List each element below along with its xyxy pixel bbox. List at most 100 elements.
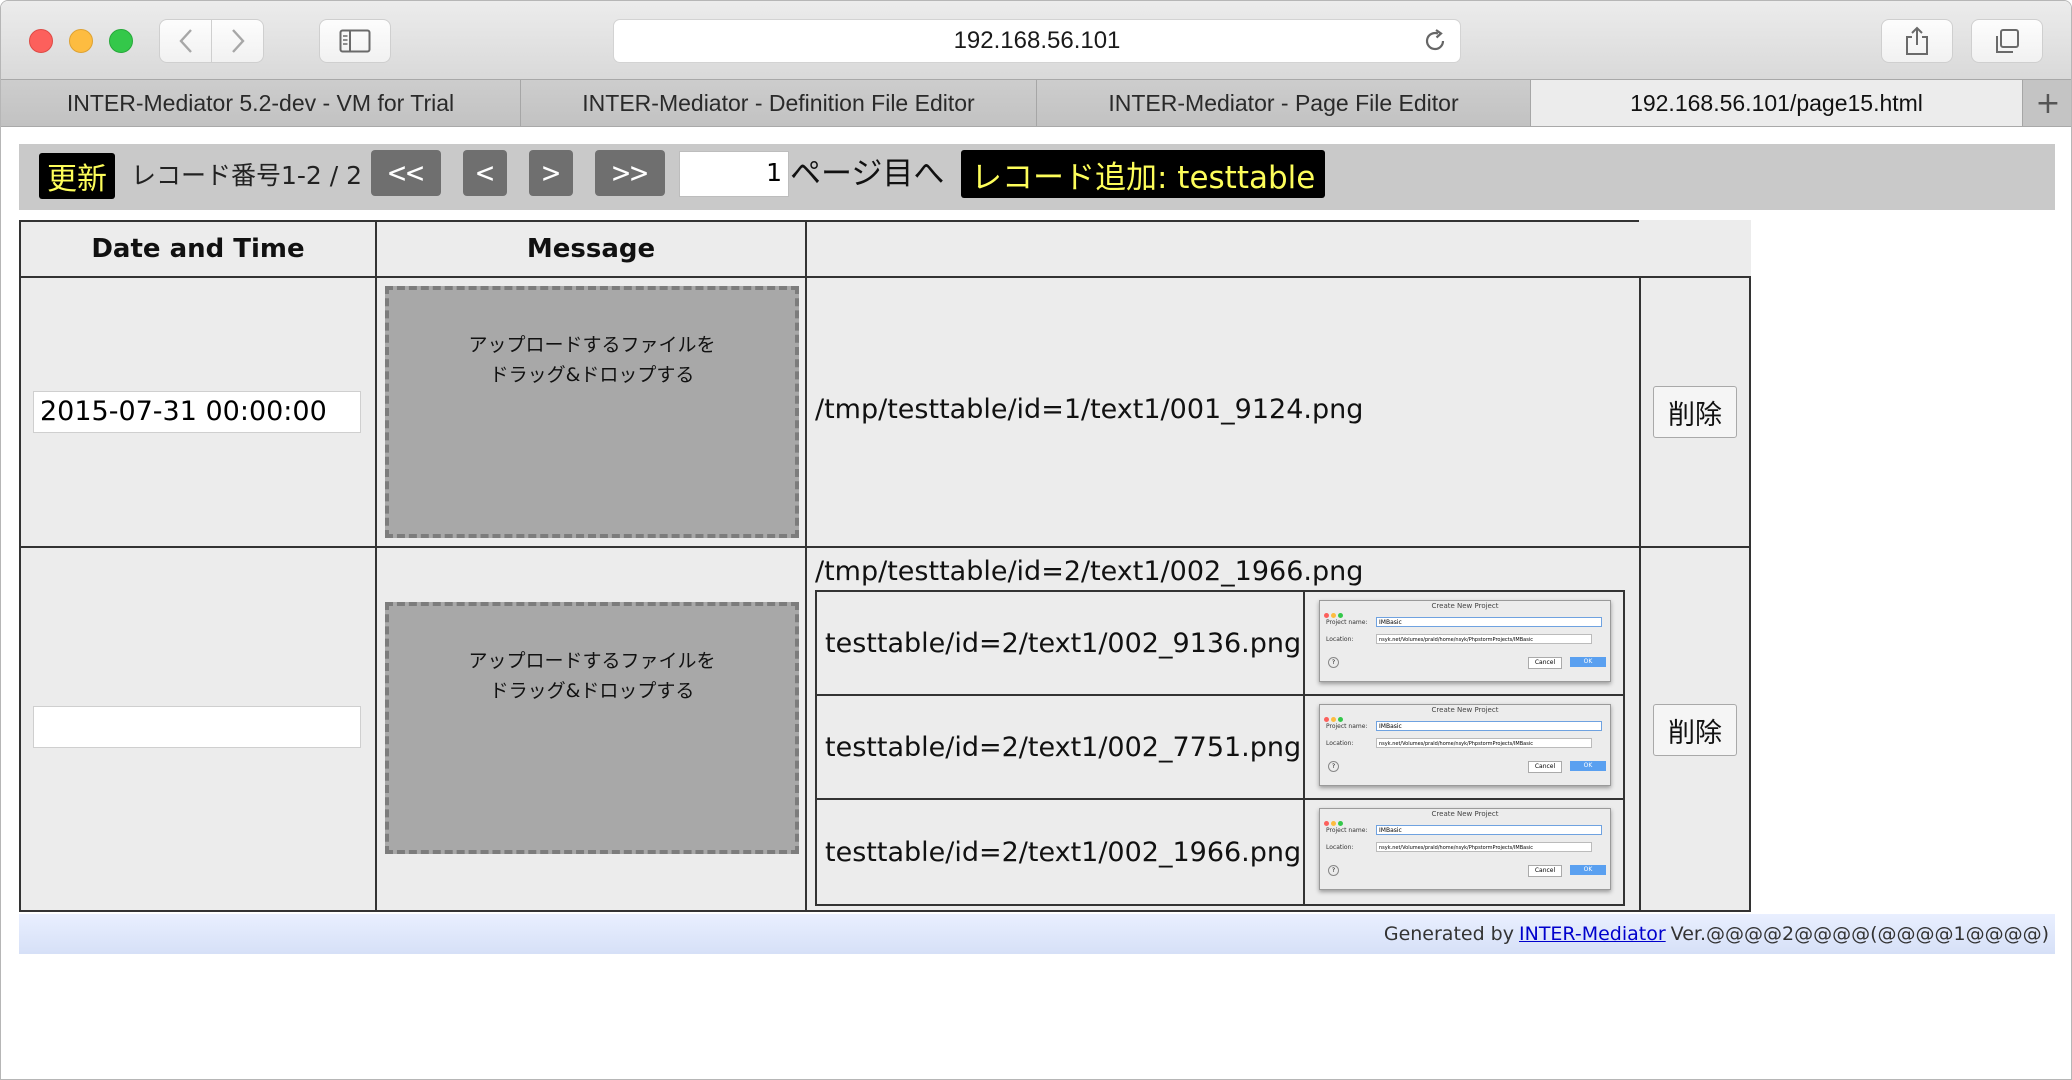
- minimize-window-button[interactable]: [69, 29, 93, 53]
- file-path: /tmp/testtable/id=1/text1/001_9124.png: [815, 394, 1364, 425]
- table-row-1-date: 2015-07-31 00:00:00: [19, 276, 377, 548]
- address-text: 192.168.56.101: [953, 27, 1121, 54]
- table-row-2-message: アップロードするファイルを ドラッグ&ドロップする: [375, 546, 807, 912]
- tabs-overview-icon: [1996, 29, 2019, 53]
- file-list-row: testtable/id=2/text1/002_9136.png Create…: [817, 592, 1623, 696]
- thumb-help-icon: ?: [1328, 865, 1339, 876]
- chevron-right-icon: [231, 29, 245, 53]
- thumb-cancel: Cancel: [1528, 865, 1562, 877]
- tab-definition-file-editor[interactable]: INTER-Mediator - Definition File Editor: [521, 80, 1037, 126]
- file-thumbnail-cell: Create New Project Project name: IMBasic…: [1305, 592, 1623, 696]
- record-info: レコード番号1-2 / 2: [131, 161, 363, 190]
- header-actions: [1639, 220, 1751, 278]
- tab-label: 192.168.56.101/page15.html: [1630, 89, 1923, 116]
- drop-zone-text-line2: ドラッグ&ドロップする: [489, 364, 695, 386]
- table-row-1-message: アップロードするファイルを ドラッグ&ドロップする: [375, 276, 807, 548]
- drop-zone-text-line1: アップロードするファイルを: [468, 334, 716, 356]
- add-record-button[interactable]: レコード追加: testtable: [961, 150, 1326, 198]
- browser-toolbar: 192.168.56.101: [1, 1, 2071, 79]
- file-name: testtable/id=2/text1/002_7751.png: [817, 696, 1305, 800]
- thumb-location-label: Location:: [1326, 844, 1354, 851]
- new-tab-button[interactable]: +: [2023, 80, 2071, 126]
- thumb-project-label: Project name:: [1326, 619, 1368, 626]
- page-suffix-label: ページ目へ: [790, 156, 945, 192]
- thumb-ok: OK: [1570, 657, 1606, 667]
- drop-zone-text-line1: アップロードするファイルを: [468, 650, 716, 672]
- datetime-input[interactable]: 2015-07-31 00:00:00: [33, 391, 361, 433]
- thumb-location-label: Location:: [1326, 636, 1354, 643]
- file-drop-zone[interactable]: アップロードするファイルを ドラッグ&ドロップする: [385, 602, 799, 854]
- thumb-title: Create New Project: [1431, 706, 1499, 714]
- address-bar[interactable]: 192.168.56.101: [613, 19, 1461, 63]
- share-icon: [1906, 26, 1928, 55]
- browser-window: 192.168.56.101 INTER-Mediator 5.2-dev - …: [0, 0, 2072, 1080]
- tab-label: INTER-Mediator - Definition File Editor: [582, 89, 975, 116]
- tab-label: INTER-Mediator - Page File Editor: [1108, 89, 1459, 116]
- footer-version: Ver.@@@@2@@@@(@@@@1@@@@): [1670, 923, 2049, 945]
- thumbnail-image[interactable]: Create New Project Project name: IMBasic…: [1319, 808, 1611, 890]
- header-message: Message: [375, 220, 807, 278]
- file-list-row: testtable/id=2/text1/002_1966.png Create…: [817, 800, 1623, 904]
- forward-button[interactable]: [211, 19, 264, 63]
- thumbnail-image[interactable]: Create New Project Project name: IMBasic…: [1319, 704, 1611, 786]
- prev-page-button[interactable]: <: [463, 150, 507, 196]
- close-window-button[interactable]: [29, 29, 53, 53]
- file-list-table: testtable/id=2/text1/002_9136.png Create…: [815, 590, 1625, 906]
- back-button[interactable]: [159, 19, 212, 63]
- update-button[interactable]: 更新: [39, 153, 115, 199]
- zoom-window-button[interactable]: [109, 29, 133, 53]
- record-navigation-bar: 更新 レコード番号1-2 / 2 << < > >> 1 ページ目へ レコード追…: [19, 144, 2055, 210]
- file-path: /tmp/testtable/id=2/text1/002_1966.png: [815, 556, 1364, 587]
- delete-button[interactable]: 削除: [1653, 386, 1737, 438]
- thumb-ok: OK: [1570, 761, 1606, 771]
- thumb-cancel: Cancel: [1528, 761, 1562, 773]
- show-tabs-button[interactable]: [1971, 19, 2043, 63]
- tab-vm-for-trial[interactable]: INTER-Mediator 5.2-dev - VM for Trial: [1, 80, 521, 126]
- drop-zone-text-line2: ドラッグ&ドロップする: [489, 680, 695, 702]
- footer-prefix: Generated by: [1383, 923, 1514, 945]
- file-name: testtable/id=2/text1/002_1966.png: [817, 800, 1305, 904]
- share-button[interactable]: [1881, 19, 1953, 63]
- next-page-button[interactable]: >: [529, 150, 573, 196]
- file-thumbnail-cell: Create New Project Project name: IMBasic…: [1305, 696, 1623, 800]
- thumb-help-icon: ?: [1328, 657, 1339, 668]
- tab-label: INTER-Mediator 5.2-dev - VM for Trial: [66, 89, 455, 116]
- file-list-row: testtable/id=2/text1/002_7751.png Create…: [817, 696, 1623, 800]
- table-row-1-path: /tmp/testtable/id=1/text1/001_9124.png: [805, 276, 1641, 548]
- file-thumbnail-cell: Create New Project Project name: IMBasic…: [1305, 800, 1623, 904]
- page-content: 更新 レコード番号1-2 / 2 << < > >> 1 ページ目へ レコード追…: [1, 127, 2071, 1079]
- thumb-project-value: IMBasic: [1376, 721, 1602, 731]
- page-number-input[interactable]: 1: [679, 151, 789, 197]
- tab-page15[interactable]: 192.168.56.101/page15.html: [1531, 80, 2023, 126]
- table-row-1-actions: 削除: [1639, 276, 1751, 548]
- first-page-button[interactable]: <<: [371, 150, 441, 196]
- thumb-location-value: nsyk.net/Volumes/prald/home/nsyk/Phpstor…: [1376, 842, 1592, 852]
- thumb-ok: OK: [1570, 865, 1606, 875]
- footer-link[interactable]: INTER-Mediator: [1519, 923, 1666, 945]
- thumb-project-value: IMBasic: [1376, 617, 1602, 627]
- plus-icon: +: [2035, 85, 2061, 121]
- thumb-project-value: IMBasic: [1376, 825, 1602, 835]
- page-footer: Generated by INTER-Mediator Ver.@@@@2@@@…: [19, 914, 2055, 954]
- thumbnail-image[interactable]: Create New Project Project name: IMBasic…: [1319, 600, 1611, 682]
- thumb-location-value: nsyk.net/Volumes/prald/home/nsyk/Phpstor…: [1376, 634, 1592, 644]
- thumb-project-label: Project name:: [1326, 827, 1368, 834]
- delete-button[interactable]: 削除: [1653, 704, 1737, 756]
- sidebar-toggle-button[interactable]: [319, 19, 391, 63]
- last-page-button[interactable]: >>: [595, 150, 665, 196]
- header-path: [805, 220, 1641, 278]
- reload-icon[interactable]: [1422, 28, 1448, 54]
- thumb-title: Create New Project: [1431, 810, 1499, 818]
- table-row-2-actions: 削除: [1639, 546, 1751, 912]
- tab-page-file-editor[interactable]: INTER-Mediator - Page File Editor: [1037, 80, 1531, 126]
- chevron-left-icon: [178, 29, 192, 53]
- thumb-help-icon: ?: [1328, 761, 1339, 772]
- thumb-location-label: Location:: [1326, 740, 1354, 747]
- file-name: testtable/id=2/text1/002_9136.png: [817, 592, 1305, 696]
- file-drop-zone[interactable]: アップロードするファイルを ドラッグ&ドロップする: [385, 286, 799, 538]
- table-row-2-path: /tmp/testtable/id=2/text1/002_1966.png t…: [805, 546, 1641, 912]
- table-row-2-date: [19, 546, 377, 912]
- header-date-and-time: Date and Time: [19, 220, 377, 278]
- datetime-input[interactable]: [33, 706, 361, 748]
- thumb-title: Create New Project: [1431, 602, 1499, 610]
